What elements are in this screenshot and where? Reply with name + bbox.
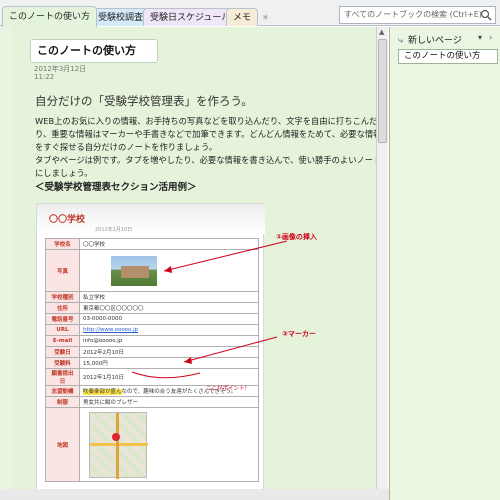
annotation-marker: ②マーカー xyxy=(282,330,316,338)
annotation-image-insert: ①画像の挿入 xyxy=(276,233,317,241)
tab-school-research[interactable]: 受験校調査 xyxy=(91,8,151,26)
add-tab-icon[interactable]: ✳ xyxy=(262,13,269,22)
search-placeholder: すべてのノートブックの検索 (Ctrl+E) xyxy=(344,10,482,19)
page-scrollbar[interactable]: ▲ xyxy=(376,27,388,500)
page-canvas[interactable]: このノートの使い方 2012年3月12日 11:22 自分だけの「受験学校管理表… xyxy=(0,27,376,500)
annotation-point: ここがポイント！ xyxy=(206,386,251,392)
new-page-button[interactable]: ⤷ 新しいページ xyxy=(398,33,462,46)
page-list-panel: ⤷ 新しいページ ▾ › このノートの使い方 xyxy=(389,27,500,500)
search-icon[interactable] xyxy=(480,9,492,21)
tab-memo[interactable]: メモ xyxy=(226,8,259,26)
scroll-up-icon[interactable]: ▲ xyxy=(379,28,384,36)
page-content[interactable]: このノートの使い方 2012年3月12日 11:22 自分だけの「受験学校管理表… xyxy=(12,27,376,500)
tab-notebook-guide[interactable]: このノートの使い方 xyxy=(2,6,98,27)
new-page-label: 新しいページ xyxy=(408,36,462,46)
section-tab-bar: このノートの使い方 受験校調査 受験日スケジュール メモ ✳ すべてのノートブッ… xyxy=(0,0,500,27)
annotation-arrows xyxy=(131,240,288,379)
search-input[interactable]: すべてのノートブックの検索 (Ctrl+E) xyxy=(339,6,496,24)
new-page-icon: ⤷ xyxy=(398,36,404,46)
page-list-item[interactable]: このノートの使い方 xyxy=(398,49,498,64)
dropdown-arrow-icon[interactable]: ▾ xyxy=(478,33,482,42)
status-strip xyxy=(0,489,389,500)
scrollbar-thumb[interactable] xyxy=(378,39,387,143)
panel-next-arrow-icon[interactable]: › xyxy=(489,33,492,42)
tab-exam-schedule[interactable]: 受験日スケジュール xyxy=(143,8,238,26)
